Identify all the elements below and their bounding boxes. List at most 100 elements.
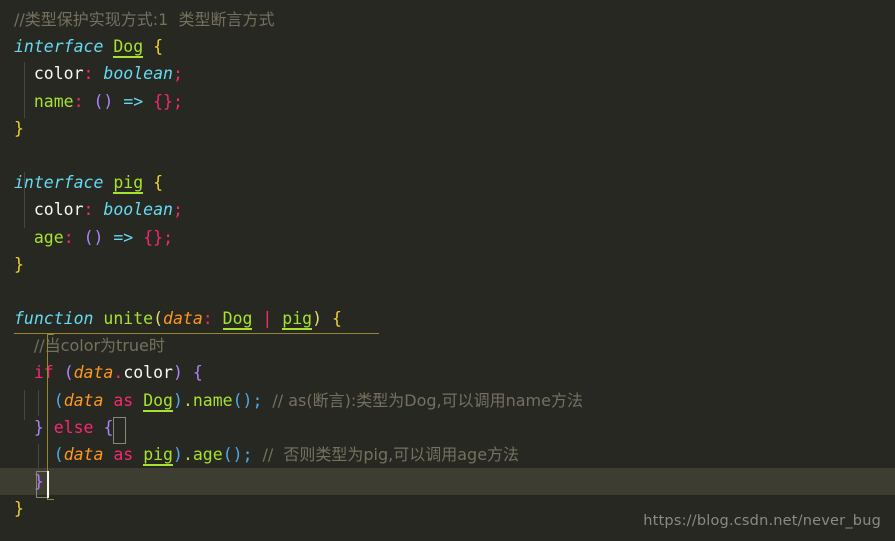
empty-parens: () <box>93 91 114 111</box>
code-editor[interactable]: //类型保护实现方式:1 类型断言方式 interface Dog { colo… <box>0 0 895 541</box>
keyword-as: as <box>113 390 134 410</box>
comment-token: //当color为true时 <box>33 336 165 356</box>
code-line[interactable]: name: () => {}; <box>0 88 895 115</box>
watermark-url: https://blog.csdn.net/never_bug <box>643 512 881 529</box>
code-line-empty[interactable] <box>0 278 895 305</box>
keyword-if: if <box>33 363 54 383</box>
arrow-operator: => <box>123 91 144 111</box>
comment-token: //类型保护实现方式:1 类型断言方式 <box>14 10 275 29</box>
code-line[interactable]: (data as pig).age(); // 否则类型为pig,可以调用age… <box>0 441 895 468</box>
empty-parens: () <box>222 445 243 464</box>
type-name-pig: pig <box>113 173 144 195</box>
colon: : <box>73 91 84 111</box>
code-line[interactable]: } else { <box>0 414 895 441</box>
property-color: color <box>33 64 84 84</box>
code-line[interactable]: interface Dog { <box>0 33 895 60</box>
keyword-function: function <box>14 309 94 329</box>
brace-close: } <box>14 118 24 138</box>
paren-close: ) <box>173 390 183 410</box>
arrow-operator: => <box>113 227 134 247</box>
code-line[interactable]: (data as Dog).name(); // as(断言):类型为Dog,可… <box>0 387 895 414</box>
brace-close: } <box>14 499 24 519</box>
property-age: age <box>33 227 64 247</box>
blank <box>14 146 24 165</box>
parameter-data: data <box>163 309 203 329</box>
empty-braces: {} <box>153 91 173 111</box>
code-line[interactable]: } <box>0 251 895 278</box>
paren-open: ( <box>153 309 164 329</box>
function-name-unite: unite <box>103 309 154 329</box>
code-line[interactable]: //当color为true时 <box>0 332 895 359</box>
code-line-current[interactable]: } <box>0 468 895 496</box>
code-line-empty[interactable] <box>0 142 895 169</box>
method-name: name <box>192 390 233 410</box>
dot-operator: . <box>182 390 193 410</box>
property-color: color <box>33 200 84 220</box>
paren-close: ) <box>173 445 183 464</box>
empty-parens: () <box>232 390 253 410</box>
brace-close: } <box>33 417 44 437</box>
semicolon: ; <box>252 390 263 410</box>
brace-open: { <box>153 37 164 57</box>
property-name: name <box>33 91 74 111</box>
semicolon: ; <box>242 445 253 464</box>
code-lines-container[interactable]: //类型保护实现方式:1 类型断言方式 interface Dog { colo… <box>0 0 895 541</box>
type-name-dog: Dog <box>143 390 173 412</box>
keyword-as: as <box>113 445 134 464</box>
code-line[interactable]: if (data.color) { <box>0 359 895 386</box>
code-line[interactable]: interface pig { <box>0 169 895 196</box>
brace-close: } <box>14 254 24 274</box>
semicolon: ; <box>172 200 183 220</box>
colon: : <box>83 200 94 220</box>
method-age: age <box>192 445 223 464</box>
brace-open: { <box>331 309 342 329</box>
code-line[interactable]: function unite(data: Dog | pig) { <box>0 305 895 332</box>
brace-open: { <box>153 173 164 193</box>
parameter-data: data <box>73 363 114 383</box>
keyword-interface: interface <box>14 37 104 57</box>
code-line[interactable]: color: boolean; <box>0 60 895 87</box>
code-line[interactable]: } <box>0 115 895 142</box>
parameter-data: data <box>63 445 104 464</box>
dot-operator: . <box>182 445 193 464</box>
code-line[interactable]: age: () => {}; <box>0 224 895 251</box>
type-name-dog: Dog <box>113 37 144 59</box>
semicolon: ; <box>163 227 173 247</box>
code-line[interactable]: color: boolean; <box>0 196 895 223</box>
blank <box>14 282 24 301</box>
semicolon: ; <box>173 91 183 111</box>
type-boolean: boolean <box>103 64 173 84</box>
code-line[interactable]: //类型保护实现方式:1 类型断言方式 <box>0 6 895 33</box>
paren-close: ) <box>172 363 183 383</box>
comment-token: // 否则类型为pig,可以调用age方法 <box>262 445 520 464</box>
colon: : <box>83 64 94 84</box>
